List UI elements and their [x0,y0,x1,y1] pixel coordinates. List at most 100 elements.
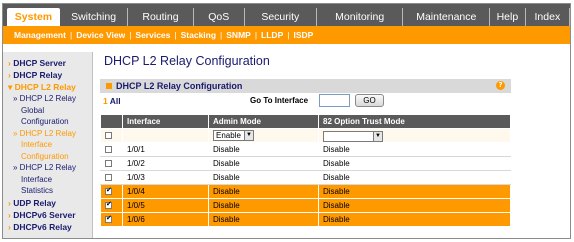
header-interface: Interface [122,114,209,129]
sidebar-item-dhcp-server[interactable]: › DHCP Server [3,57,92,69]
sidebar-sub-label: DHCP L2 Relay [19,94,76,103]
tab-maintenance[interactable]: Maintenance [403,8,491,26]
table-row[interactable]: 1/0/4DisableDisable [100,184,511,199]
chevron-down-icon: ▾ [8,82,15,92]
sidebar-sub-label: DHCP L2 Relay [19,163,76,172]
subnav-lldp[interactable]: LLDP [261,30,283,40]
row-interface: 1/0/1 [122,142,209,157]
sidebar-sub-label-cont[interactable]: Configuration [3,116,92,128]
header-trust-mode: 82 Option Trust Mode [318,114,511,129]
sidebar-item-label: DHCP Server [13,58,66,68]
tab-help[interactable]: Help [490,8,526,26]
edit-admin-cell: Enable ▼ [208,128,319,143]
row-admin-mode: Disable [208,212,319,227]
sidebar-sub-label-cont[interactable]: Statistics [3,185,92,197]
row-trust-mode: Disable [318,184,511,199]
row-checkbox[interactable] [105,146,112,154]
row-checkbox[interactable] [105,160,112,168]
sidebar-item-dhcp-relay[interactable]: › DHCP Relay [3,69,92,81]
all-filter-number: 1 [103,96,108,106]
table-row[interactable]: 1/0/5DisableDisable [100,198,511,213]
top-nav: System Switching Routing QoS Security Mo… [3,4,570,26]
subnav-isdp[interactable]: ISDP [293,30,313,40]
subnav-separator: | [254,30,258,40]
config-panel: DHCP L2 Relay Configuration ? 1 All Go T… [100,79,511,227]
row-trust-mode: Disable [318,170,511,185]
trust-mode-select[interactable]: ▼ [323,130,383,142]
panel-title: DHCP L2 Relay Configuration [116,81,243,91]
row-checkbox[interactable] [105,214,112,224]
help-icon[interactable]: ? [496,81,505,90]
row-interface: 1/0/5 [122,198,209,213]
edit-select-cell [100,128,123,143]
row-checkbox[interactable] [105,200,112,210]
sidebar-sub-label-cont[interactable]: Configuration [3,151,92,163]
sidebar-sub-label-cont[interactable]: Interface [3,174,92,186]
goto-interface-input[interactable] [319,94,350,107]
table-row[interactable]: 1/0/6DisableDisable [100,212,511,227]
sidebar-item-label: DHCP Relay [13,70,63,80]
header-select [100,114,123,129]
sidebar-item-label: DHCP L2 Relay [14,82,76,92]
subnav-separator: | [69,30,73,40]
table-row[interactable]: 1/0/2 Disable Disable [100,156,511,171]
tab-routing[interactable]: Routing [128,8,194,26]
edit-row: Enable ▼ ▼ [100,128,511,143]
row-interface: 1/0/3 [122,170,209,185]
edit-iface-cell [122,128,209,143]
sidebar-item-label: DHCPv6 Relay [13,221,72,232]
sidebar: › DHCP Server › DHCP Relay ▾ DHCP L2 Rel… [3,52,93,238]
row-trust-mode: Disable [318,212,511,227]
row-admin-mode: Disable [208,184,319,199]
app-frame: System Switching Routing QoS Security Mo… [2,3,571,239]
row-checkbox[interactable] [105,186,112,196]
admin-mode-select[interactable]: Enable ▼ [213,130,254,141]
sidebar-sub-interface-stats[interactable]: » DHCP L2 Relay [3,162,92,174]
tab-qos[interactable]: QoS [193,8,245,26]
filter-row: 1 All Go To Interface GO [100,93,511,109]
subnav-stacking[interactable]: Stacking [181,30,216,40]
row-trust-mode: Disable [318,142,511,157]
row-checkbox[interactable] [105,174,112,182]
subnav-separator: | [220,30,223,40]
sidebar-sub-label: DHCP L2 Relay [19,128,76,138]
main-content: DHCP L2 Relay Configuration DHCP L2 Rela… [100,52,568,227]
subnav-services[interactable]: Services [135,30,170,40]
subnav-snmp[interactable]: SNMP [226,30,251,40]
row-admin-mode: Disable [208,142,319,157]
sidebar-item-udp-relay[interactable]: › UDP Relay [3,197,92,209]
tab-monitoring[interactable]: Monitoring [316,8,404,26]
sidebar-sub-label-cont[interactable]: Global [3,105,92,117]
sidebar-item-label: UDP Relay [13,197,57,208]
all-filter-link[interactable]: 1 All [103,96,121,106]
row-interface: 1/0/2 [122,156,209,171]
row-trust-mode: Disable [318,156,511,171]
go-button[interactable]: GO [355,94,384,107]
row-admin-mode: Disable [208,170,319,185]
sidebar-item-dhcp-l2-relay[interactable]: ▾ DHCP L2 Relay [3,81,92,93]
sidebar-item-label: DHCPv6 Server [13,209,76,220]
sidebar-item-dhcpv6-server[interactable]: › DHCPv6 Server [3,209,92,221]
tab-security[interactable]: Security [244,8,317,26]
subnav-device-view[interactable]: Device View [76,30,125,40]
table-header-row: Interface Admin Mode 82 Option Trust Mod… [100,114,511,129]
sidebar-sub-interface-config[interactable]: » DHCP L2 Relay [3,128,92,140]
panel-header: DHCP L2 Relay Configuration ? [100,79,511,93]
sidebar-sub-global-config[interactable]: » DHCP L2 Relay [3,93,92,105]
row-checkbox-cell [100,198,123,213]
sub-nav: Management | Device View | Services | St… [3,26,570,44]
relay-table: Interface Admin Mode 82 Option Trust Mod… [100,114,511,227]
sidebar-item-dhcpv6-relay[interactable]: › DHCPv6 Relay [3,221,92,233]
panel-bullet-icon [106,83,112,89]
subnav-separator: | [129,30,132,40]
page-title: DHCP L2 Relay Configuration [104,54,270,68]
select-all-checkbox[interactable] [105,132,112,140]
tab-switching[interactable]: Switching [59,8,129,26]
sidebar-sub-label-cont[interactable]: Interface [3,139,92,151]
tab-index[interactable]: Index [525,8,570,26]
table-row[interactable]: 1/0/3 Disable Disable [100,170,511,185]
subnav-management[interactable]: Management [14,30,66,40]
tab-system[interactable]: System [7,8,60,26]
row-checkbox-cell [100,184,123,199]
table-row[interactable]: 1/0/1 Disable Disable [100,142,511,157]
